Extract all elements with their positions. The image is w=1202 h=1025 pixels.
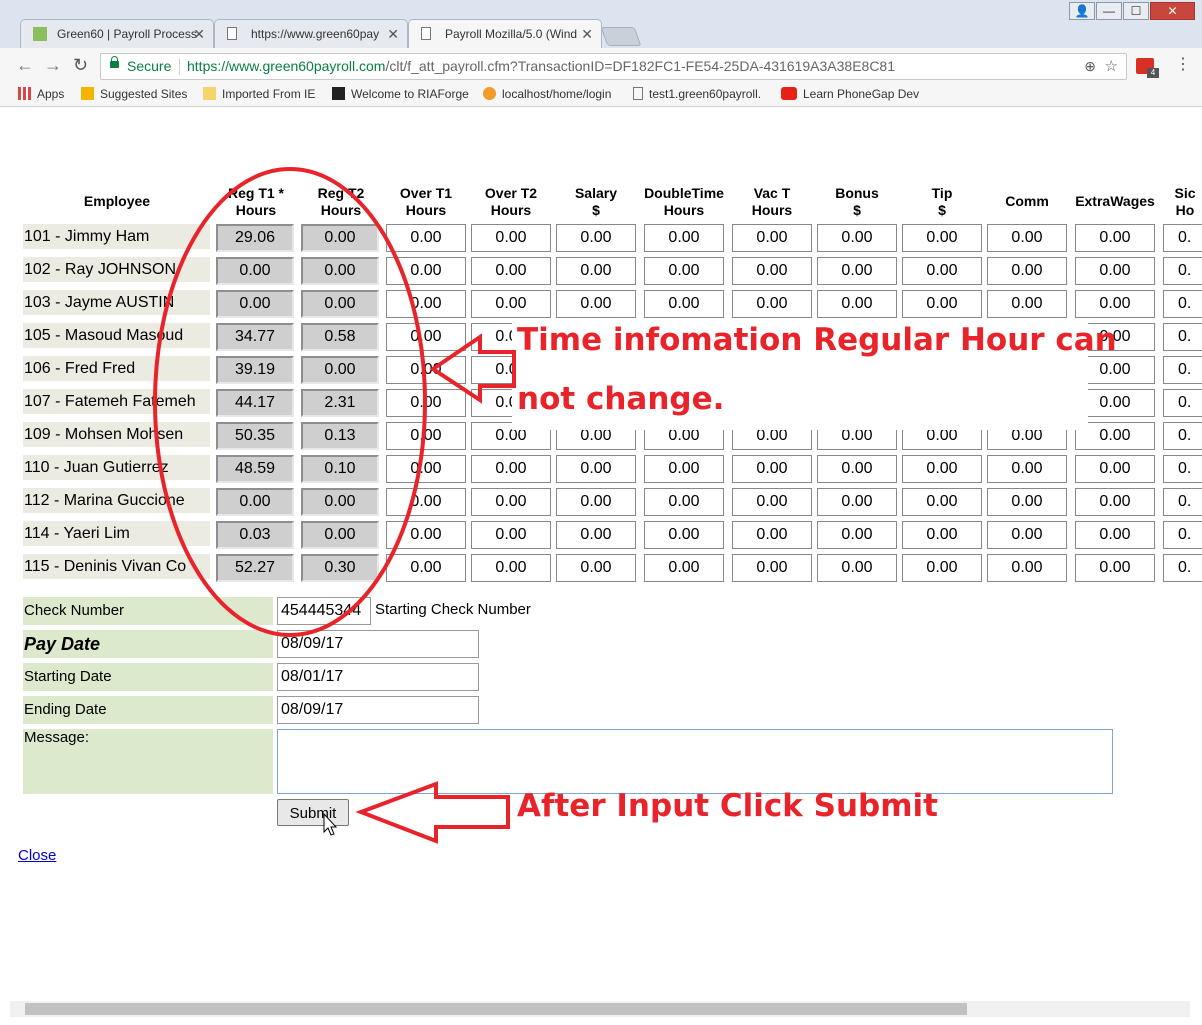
annotation-note-line2: not change. [517, 381, 725, 417]
annotation-submit-note: After Input Click Submit [517, 788, 938, 824]
mouse-cursor-icon [323, 812, 338, 836]
annotation-note-line1: Time infomation Regular Hour can [517, 322, 1117, 358]
arrow-left-regular-hours-icon [429, 333, 516, 404]
horizontal-scrollbar-thumb[interactable] [25, 1003, 967, 1015]
arrow-left-submit-icon [355, 781, 510, 844]
highlight-ellipse [153, 167, 427, 637]
annotation-overlay [153, 167, 516, 844]
